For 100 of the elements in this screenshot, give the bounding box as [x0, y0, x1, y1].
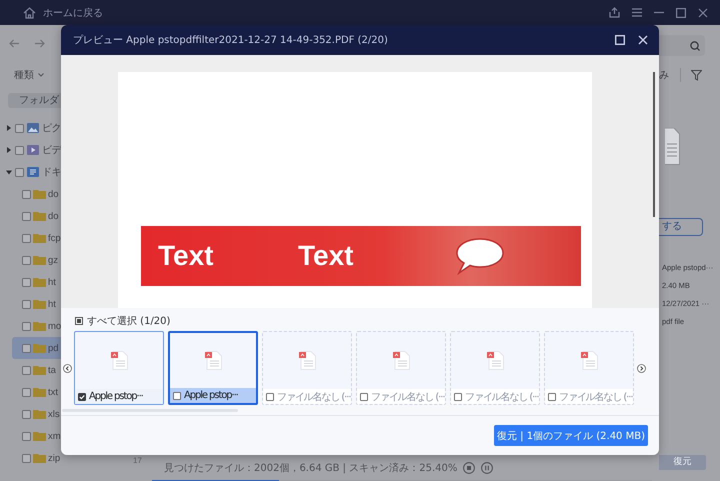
tree-item[interactable]: gz	[48, 254, 58, 266]
thumbnail-card[interactable]: Apple pstop···	[168, 331, 258, 405]
upload-icon[interactable]	[609, 7, 620, 18]
folder-icon	[33, 343, 46, 353]
folder-icon	[33, 431, 46, 441]
select-all-label[interactable]: すべて選択 (1/20)	[87, 314, 170, 328]
menu-icon[interactable]	[632, 8, 642, 17]
maximize-icon[interactable]	[615, 35, 625, 45]
checkbox[interactable]	[22, 432, 31, 440]
tree-item[interactable]: ドキ	[42, 165, 61, 179]
collapse-arrow-icon[interactable]	[6, 169, 12, 175]
tree-row[interactable]: xm	[12, 425, 61, 447]
tree-row[interactable]: ht	[12, 293, 61, 315]
tree-row[interactable]: txt	[12, 381, 61, 403]
tree-row[interactable]: zip	[12, 447, 61, 469]
tree-row[interactable]: ta	[12, 359, 61, 381]
close-icon[interactable]	[698, 8, 708, 18]
pdf-file-icon	[110, 351, 128, 370]
scan-status: 見つけたファイル：2002個，6.64 GB | スキャン済み：25.40%	[164, 462, 458, 474]
type-filter[interactable]: 種類	[14, 68, 34, 82]
pdf-file-icon	[486, 351, 504, 370]
folder-icon	[33, 321, 46, 331]
home-icon[interactable]	[23, 6, 36, 18]
checkbox[interactable]	[22, 190, 31, 198]
folder-icon	[33, 365, 46, 375]
folder-icon	[33, 211, 46, 221]
checkbox[interactable]	[22, 256, 31, 264]
expand-arrow-icon[interactable]	[6, 125, 12, 131]
folder-icon	[33, 409, 46, 419]
search-field[interactable]	[659, 35, 705, 56]
file-label: ファイル名なし (···	[559, 390, 632, 404]
folder-icon	[33, 189, 46, 199]
search-icon[interactable]	[690, 40, 700, 50]
tree-item[interactable]: ht	[48, 298, 56, 310]
checkbox[interactable]	[15, 146, 24, 154]
caret-icon[interactable]	[38, 73, 44, 77]
file-label: ファイル名なし (···	[465, 390, 538, 404]
scrollbar[interactable]	[653, 72, 655, 217]
home-link[interactable]: ホームに戻る	[43, 6, 103, 20]
folder-icon	[33, 453, 46, 463]
checkbox[interactable]	[15, 168, 24, 176]
tree-item[interactable]: ピク	[42, 121, 61, 135]
folder-icon	[33, 233, 46, 243]
checkbox[interactable]	[22, 388, 31, 396]
checkbox[interactable]	[15, 124, 24, 132]
file-label: Apple pstop···	[89, 391, 143, 402]
tree-item[interactable]: do	[48, 188, 59, 200]
speech-bubble-icon	[455, 236, 505, 276]
file-label: Apple pstop···	[184, 390, 238, 401]
checkbox[interactable]	[22, 234, 31, 242]
next-icon[interactable]	[637, 364, 646, 372]
pictures-folder-icon	[27, 123, 39, 133]
tree-row[interactable]: ht	[12, 271, 61, 293]
tree-item[interactable]: ta	[48, 364, 56, 376]
recover-button[interactable]: 復元 | 1個のファイル (2.40 MB)	[494, 425, 648, 446]
tree-row[interactable]: xls	[12, 403, 61, 425]
checkbox[interactable]	[173, 392, 181, 400]
tree-item[interactable]: txt	[48, 386, 58, 398]
checkbox[interactable]	[22, 300, 31, 308]
maximize-icon[interactable]	[676, 8, 686, 18]
folder-icon	[33, 387, 46, 397]
tree-row[interactable]: mo	[12, 315, 61, 337]
tree-item[interactable]: ht	[48, 276, 56, 288]
checkbox[interactable]	[78, 392, 86, 400]
tree-item[interactable]: fcp	[48, 232, 61, 244]
pause-icon[interactable]	[481, 462, 494, 474]
expand-arrow-icon[interactable]	[6, 147, 12, 153]
folder-tab[interactable]: フォルダ	[8, 93, 61, 108]
tree-row[interactable]: do	[12, 183, 61, 205]
document-icon	[665, 128, 680, 165]
thumbnail-card[interactable]: Apple pstop···	[74, 331, 164, 405]
close-icon[interactable]	[638, 35, 648, 45]
tree-item[interactable]: pd	[48, 342, 59, 354]
tree-item[interactable]: do	[48, 210, 59, 222]
checkbox[interactable]	[22, 454, 31, 462]
checkbox[interactable]	[22, 366, 31, 374]
dialog-title: プレビュー Apple pstopdffilter2021-12-27 14-49-352.PDF (2/20)	[73, 34, 388, 47]
folder-icon	[33, 255, 46, 265]
checkbox[interactable]	[22, 278, 31, 286]
tree-item[interactable]: mo	[48, 320, 61, 332]
pdf-file-icon	[204, 351, 222, 370]
tree-row[interactable]: do	[12, 205, 61, 227]
select-all-checkbox[interactable]	[75, 317, 83, 325]
tree-item[interactable]: xm	[48, 430, 61, 442]
checkbox[interactable]	[22, 212, 31, 220]
tree-row[interactable]: gz	[12, 249, 61, 271]
stop-icon[interactable]	[463, 462, 476, 474]
tree-row[interactable]: fcp	[12, 227, 61, 249]
previous-icon[interactable]	[63, 364, 72, 372]
tree-row[interactable]: pd	[12, 337, 61, 359]
tree-item[interactable]: zip	[48, 452, 60, 464]
checkbox[interactable]	[22, 344, 31, 352]
row-number: 17	[133, 456, 143, 467]
view-option[interactable]: み	[659, 68, 669, 82]
pdf-file-icon	[580, 351, 598, 370]
checkbox[interactable]	[22, 322, 31, 330]
filter-icon[interactable]	[691, 70, 702, 80]
checkbox[interactable]	[22, 410, 31, 418]
tree-item[interactable]: xls	[48, 408, 60, 420]
tree-item[interactable]: ビデ	[42, 143, 61, 157]
